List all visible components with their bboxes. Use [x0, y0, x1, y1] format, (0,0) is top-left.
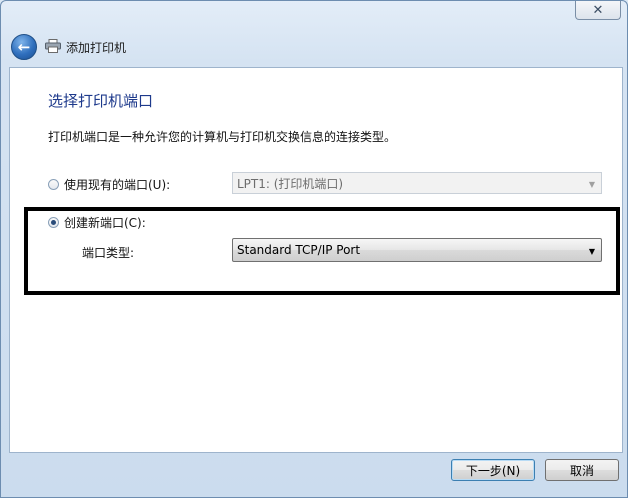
- close-button[interactable]: ✕: [575, 1, 621, 20]
- page-description: 打印机端口是一种允许您的计算机与打印机交换信息的连接类型。: [48, 130, 397, 144]
- existing-port-value: LPT1: (打印机端口): [237, 176, 344, 191]
- cancel-button[interactable]: 取消: [545, 459, 619, 481]
- new-port-option[interactable]: 创建新端口(C):: [48, 214, 146, 231]
- port-type-label: 端口类型:: [82, 246, 135, 260]
- chevron-down-icon: ▼: [588, 180, 595, 189]
- new-port-label: 创建新端口(C):: [64, 216, 146, 230]
- existing-port-select: LPT1: (打印机端口) ▼: [232, 172, 602, 194]
- next-button[interactable]: 下一步(N): [451, 459, 535, 481]
- page-title: 选择打印机端口: [48, 92, 154, 110]
- existing-port-option[interactable]: 使用现有的端口(U):: [48, 176, 170, 193]
- back-arrow-icon: ←: [17, 37, 31, 56]
- printer-icon: [45, 39, 61, 53]
- existing-port-radio[interactable]: [48, 179, 59, 190]
- window-title: 添加打印机: [66, 41, 127, 55]
- port-type-select[interactable]: Standard TCP/IP Port ▼: [232, 238, 602, 262]
- chevron-down-icon: ▼: [588, 247, 595, 256]
- port-type-value: Standard TCP/IP Port: [237, 243, 361, 257]
- existing-port-label: 使用现有的端口(U):: [64, 178, 171, 192]
- back-button[interactable]: ←: [11, 34, 37, 60]
- wizard-content: 选择打印机端口 打印机端口是一种允许您的计算机与打印机交换信息的连接类型。 使用…: [9, 67, 623, 453]
- new-port-radio[interactable]: [48, 217, 59, 228]
- add-printer-window: ✕ ← 添加打印机 选择打印机端口 打印机端口是一种允许您的计算机与打印机交换信…: [0, 0, 628, 498]
- close-icon: ✕: [592, 2, 604, 18]
